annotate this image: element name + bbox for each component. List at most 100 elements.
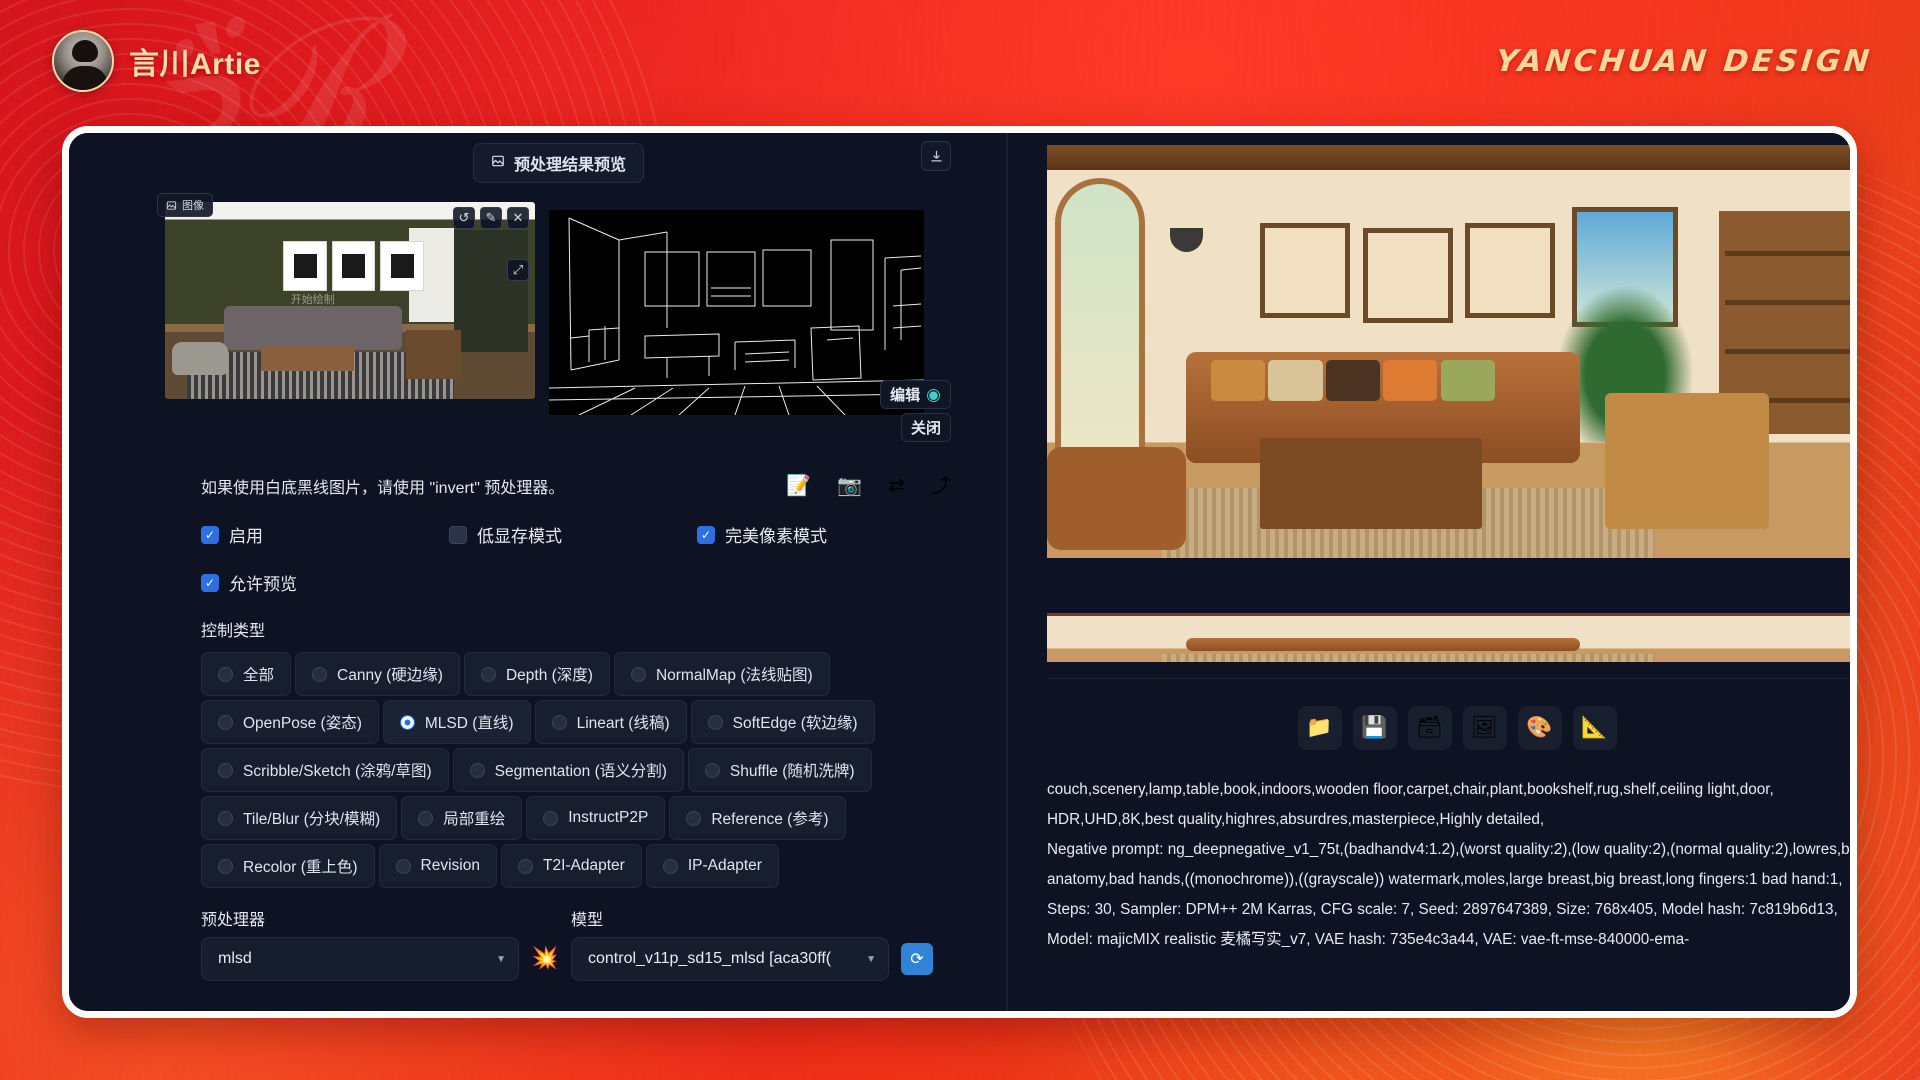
checkbox-low-vram[interactable]: 低显存模式 <box>449 522 697 547</box>
close-icon[interactable]: ✕ <box>507 207 529 229</box>
radio-dot <box>518 858 533 874</box>
checkbox-pixel-perfect[interactable]: ✓ 完美像素模式 <box>697 522 999 547</box>
radio-segmentation[interactable]: Segmentation (语义分割) <box>452 748 684 792</box>
brand-name: 言川Artie <box>129 48 261 81</box>
hint-icons: 📝 📷 ⇄ ⤴ <box>786 476 951 496</box>
edit-pen-icon[interactable]: ✎ <box>480 207 502 229</box>
radio-reference[interactable]: Reference (参考) <box>669 796 846 840</box>
wordmark: YANCHUAN DESIGN <box>1493 44 1874 79</box>
refresh-icon[interactable]: ⟳ <box>901 943 933 975</box>
result-panel: 📁 💾 🗃 🖼 🎨 📐 couch,scenery,lamp,table,boo… <box>1017 133 1850 1011</box>
radio-t2i-adapter[interactable]: T2I-Adapter <box>501 844 642 888</box>
send-to-extras-button[interactable]: 📐 <box>1572 706 1617 750</box>
radio-label: Depth (深度) <box>505 667 593 684</box>
checkbox-enable[interactable]: ✓ 启用 <box>201 522 449 547</box>
source-image[interactable]: 开始绘制 ↺ ✎ ✕ ⤢ <box>165 202 535 399</box>
radio-openpose[interactable]: OpenPose (姿态) <box>201 700 379 744</box>
radio-instructp2p[interactable]: InstructP2P <box>526 796 666 840</box>
radio-label: Shuffle (随机洗牌) <box>729 763 855 780</box>
model-select[interactable]: control_v11p_sd15_mlsd [aca30ff( ▼ <box>571 937 889 981</box>
radio-all[interactable]: 全部 <box>201 652 292 696</box>
radio-revision[interactable]: Revision <box>378 844 497 888</box>
radio-tile-blur[interactable]: Tile/Blur (分块/模糊) <box>201 796 398 840</box>
close-button[interactable]: 关闭 <box>900 413 951 442</box>
radio-normalmap[interactable]: NormalMap (法线贴图) <box>613 652 830 696</box>
radio-dot <box>218 666 233 682</box>
checkbox-low-vram-box[interactable] <box>449 525 467 544</box>
radio-inpaint[interactable]: 局部重绘 <box>401 796 523 840</box>
radio-label: Reference (参考) <box>711 811 829 828</box>
control-type-row-4: Tile/Blur (分块/模糊) 局部重绘 InstructP2P Refer… <box>201 796 951 840</box>
result-toolbar: 📁 💾 🗃 🖼 🎨 📐 <box>1047 706 1850 750</box>
radio-dot <box>312 666 328 682</box>
swap-arrows-icon[interactable]: ⇄ <box>888 476 905 496</box>
radio-dot <box>686 810 702 826</box>
send-to-img2img-button[interactable]: 🖼 <box>1462 706 1507 750</box>
edit-button[interactable]: 编辑 ◉ <box>880 380 951 409</box>
radio-label: MLSD (直线) <box>424 715 514 732</box>
checkbox-enable-box[interactable]: ✓ <box>201 525 219 544</box>
preprocessor-group: 预处理器 mlsd ▼ <box>201 906 519 981</box>
control-type-row-2: OpenPose (姿态) MLSD (直线) Lineart (线稿) Sof… <box>201 700 951 744</box>
spiral-icon: ◉ <box>926 384 941 404</box>
source-image-badge: 图像 <box>157 193 213 217</box>
save-button[interactable]: 💾 <box>1352 706 1397 750</box>
radio-softedge[interactable]: SoftEdge (软边缘) <box>690 700 875 744</box>
preprocessor-select[interactable]: mlsd ▼ <box>201 937 519 981</box>
radio-label: Lineart (线稿) <box>576 715 670 732</box>
control-type-row-1: 全部 Canny (硬边缘) Depth (深度) NormalMap (法线贴… <box>201 652 951 696</box>
hint-row: 如果使用白底黑线图片，请使用 "invert" 预处理器。 📝 📷 ⇄ ⤴ <box>69 466 999 506</box>
model-group: 模型 control_v11p_sd15_mlsd [aca30ff( ▼ <box>571 906 889 981</box>
undo-icon[interactable]: ↺ <box>453 207 475 229</box>
radio-canny[interactable]: Canny (硬边缘) <box>295 652 460 696</box>
camera-icon[interactable]: 📷 <box>837 476 862 496</box>
radio-label: OpenPose (姿态) <box>243 715 362 732</box>
radio-dot <box>218 762 233 778</box>
radio-depth[interactable]: Depth (深度) <box>463 652 610 696</box>
brand: 言川Artie <box>52 30 261 92</box>
preview-header: 预处理结果预览 <box>69 141 999 183</box>
preprocessed-image[interactable] <box>549 210 924 415</box>
radio-dot <box>399 714 415 730</box>
thumbnail-generated[interactable] <box>1047 613 1850 662</box>
checkbox-allow-preview[interactable]: ✓ 允许预览 <box>201 570 449 595</box>
generated-image[interactable] <box>1047 145 1850 558</box>
radio-mlsd[interactable]: MLSD (直线) <box>382 700 531 744</box>
chevron-down-icon: ▼ <box>496 953 506 965</box>
edit-label: 编辑 <box>890 387 921 404</box>
source-image-tools: ↺ ✎ ✕ <box>453 207 529 229</box>
open-folder-button[interactable]: 📁 <box>1297 706 1342 750</box>
checkbox-pixel-perfect-box[interactable]: ✓ <box>697 525 715 544</box>
thumbnail-strip <box>1047 613 1850 662</box>
control-type-group: 全部 Canny (硬边缘) Depth (深度) NormalMap (法线贴… <box>69 652 999 888</box>
divider <box>1047 678 1850 679</box>
radio-ip-adapter[interactable]: IP-Adapter <box>645 844 779 888</box>
folder-icon: 📁 <box>1306 716 1333 739</box>
checkbox-allow-preview-box[interactable]: ✓ <box>201 573 219 592</box>
model-value: control_v11p_sd15_mlsd [aca30ff( <box>588 950 832 967</box>
checkbox-pixel-perfect-label: 完美像素模式 <box>725 527 827 546</box>
send-to-inpaint-button[interactable]: 🎨 <box>1517 706 1562 750</box>
preprocessor-value: mlsd <box>218 950 252 967</box>
radio-label: Canny (硬边缘) <box>337 667 443 684</box>
close-label: 关闭 <box>910 420 941 437</box>
radio-recolor[interactable]: Recolor (重上色) <box>201 844 375 888</box>
radio-dot <box>418 810 434 826</box>
radio-label: IP-Adapter <box>687 857 762 874</box>
send-to-archive-button[interactable]: 🗃 <box>1407 706 1452 750</box>
chevron-down-icon: ▼ <box>866 953 876 965</box>
arrow-up-right-icon[interactable]: ⤴ <box>931 476 951 496</box>
radio-scribble[interactable]: Scribble/Sketch (涂鸦/草图) <box>201 748 449 792</box>
radio-shuffle[interactable]: Shuffle (随机洗牌) <box>687 748 872 792</box>
radio-label: InstructP2P <box>568 809 649 826</box>
model-selection-area: 预处理器 mlsd ▼ 💥 模型 control_v11p_sd15_mlsd … <box>69 906 999 981</box>
radio-lineart[interactable]: Lineart (线稿) <box>534 700 687 744</box>
download-icon[interactable] <box>921 141 951 171</box>
radio-dot <box>704 762 720 778</box>
document-edit-icon[interactable]: 📝 <box>786 476 811 496</box>
preprocess-preview-tab[interactable]: 预处理结果预览 <box>473 143 645 183</box>
radio-label: T2I-Adapter <box>543 857 625 874</box>
radio-label: 局部重绘 <box>443 811 506 828</box>
sparkle-icon[interactable]: 💥 <box>519 945 571 981</box>
expand-icon[interactable]: ⤢ <box>507 259 529 281</box>
